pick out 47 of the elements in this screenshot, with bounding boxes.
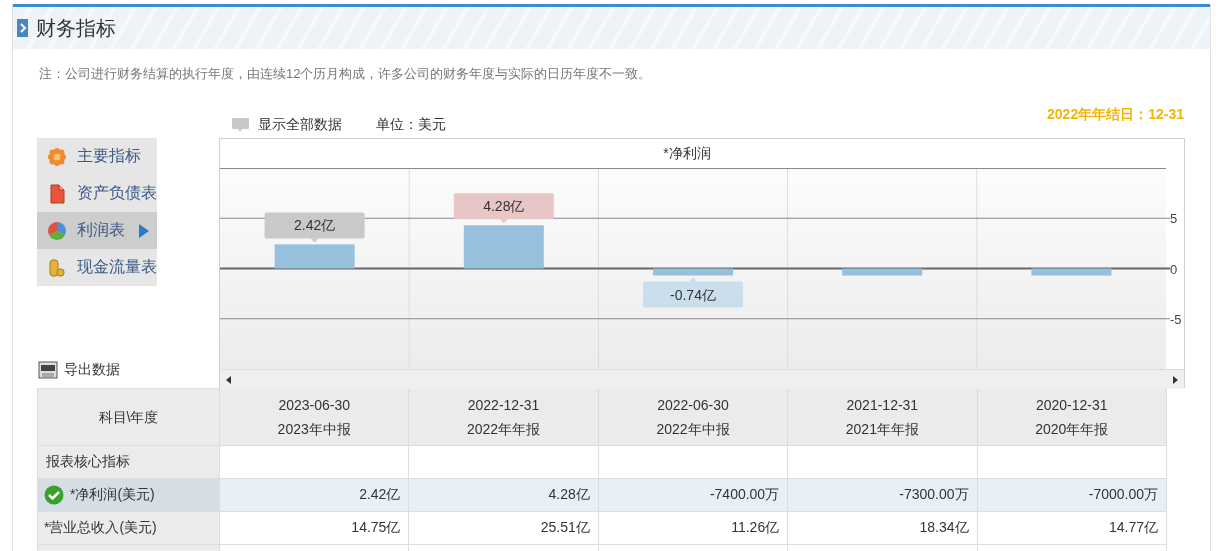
value-label: -0.74亿 [643, 277, 743, 308]
column-header: 2020-12-31 2020年年报 [977, 388, 1167, 446]
value-label: 2.42亿 [264, 212, 365, 243]
document-icon [47, 183, 67, 204]
table-cell: 18.34亿 [787, 511, 978, 545]
column-header: 2021-12-31 2021年年报 [787, 388, 978, 446]
scroll-left-icon[interactable] [226, 375, 231, 384]
table-cell: 14.77亿 [977, 511, 1167, 545]
scrollbar[interactable] [220, 369, 1184, 389]
section-title: 财务指标 [36, 15, 116, 41]
scroll-right-icon[interactable] [1173, 375, 1178, 384]
pie-chart-icon [47, 220, 67, 241]
chevron-icon [17, 19, 28, 37]
note-text: 注：公司进行财务结算的执行年度，由连续12个历月构成，许多公司的财务年度与实际的日历年度不一致。 [38, 65, 653, 83]
table-cell: 2.42亿 [219, 478, 409, 512]
table-cell: -7300.00万 [787, 478, 978, 512]
axis-tick-label: -5 [1170, 311, 1182, 327]
fiscal-year-end: 2022年年结日：12-31 [1047, 105, 1184, 124]
table-cell: -7000.00万 [977, 478, 1167, 512]
chart-title: *净利润 [662, 144, 712, 163]
export-link[interactable]: 导出数据 [64, 361, 120, 379]
table-header-cell: 科目\年度 [37, 388, 220, 446]
axis-tick-label: 0 [1170, 261, 1178, 277]
column-header: 2023-06-30 2023年中报 [219, 388, 409, 446]
column-header: 2022-06-30 2022年中报 [598, 388, 788, 446]
table-cell: 4.28亿 [408, 478, 599, 512]
axis-tick-label: 5 [1170, 211, 1178, 227]
value-label: 4.28亿 [453, 193, 554, 224]
menu-item[interactable]: 主要指标 [37, 138, 157, 175]
arrow-icon [139, 223, 149, 238]
coins-icon [47, 257, 67, 278]
spreadsheet-icon [38, 360, 58, 380]
row-label: *营业总收入(美元) [44, 519, 157, 536]
table-cell: 11.26亿 [598, 511, 788, 545]
row-label: *净利润(美元) [70, 486, 155, 502]
show-all-link[interactable]: 显示全部数据 [258, 116, 342, 134]
table-cell: 25.51亿 [408, 511, 599, 545]
unit-label: 单位：美元 [376, 116, 446, 134]
menu-item[interactable]: 资产负债表 [37, 175, 157, 212]
section-label: 报表核心指标 [46, 453, 130, 470]
menu-item[interactable]: 利润表 [37, 212, 157, 249]
table-cell: 14.75亿 [219, 511, 409, 545]
column-header: 2022-12-31 2022年年报 [408, 388, 599, 446]
menu-item[interactable]: 现金流量表 [37, 249, 157, 286]
flower-icon [47, 146, 67, 167]
table-cell: -7400.00万 [598, 478, 788, 512]
speech-bubble-icon [231, 117, 250, 134]
